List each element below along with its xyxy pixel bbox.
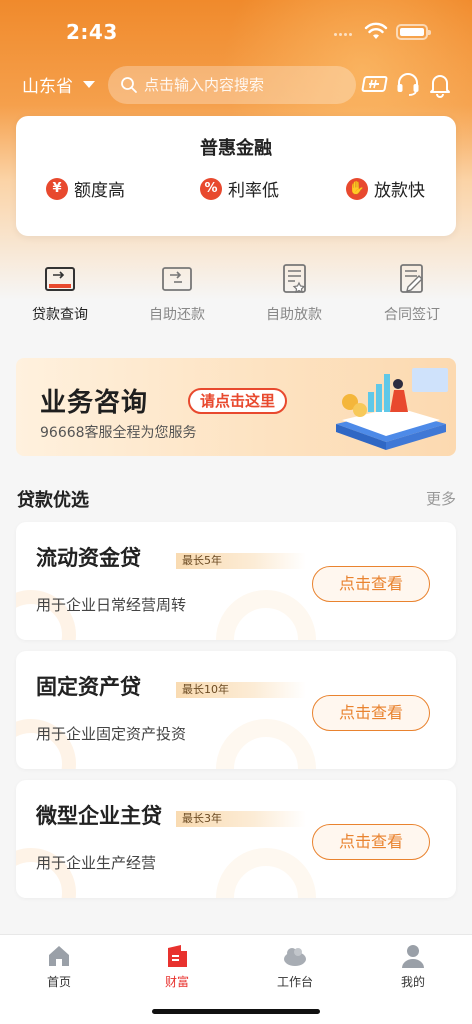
workbench-icon [284,948,306,966]
banner-illustration [336,368,448,450]
headset-icon[interactable] [394,70,422,98]
search-bar[interactable] [108,66,356,104]
quick-menu: 贷款查询 自助还款 自助放款 合同签订 [0,262,472,332]
wifi-icon [364,22,388,39]
banner-title: 业务咨询 [40,388,149,418]
banner-subtitle: 96668客服全程为您服务 [40,425,197,441]
disburse-icon [283,264,306,294]
loan-term-tag: 最长3年 [176,811,306,827]
quick-label: 贷款查询 [32,307,88,323]
quick-loan-query[interactable]: 贷款查询 [10,262,110,324]
repay-icon [162,267,192,291]
bell-icon[interactable] [426,70,454,98]
loan-card[interactable]: 固定资产贷 最长10年 用于企业固定资产投资 点击查看 [16,651,456,769]
battery-icon [396,24,431,40]
quick-self-disburse[interactable]: 自助放款 [244,262,344,324]
benefit-low-rate: % 利率低 [200,176,279,201]
view-loan-button[interactable]: 点击查看 [312,566,430,602]
loan-name: 流动资金贷 [36,546,141,570]
card-decoration [216,719,316,769]
quick-contract-sign[interactable]: 合同签订 [362,262,462,324]
profile-icon [402,945,424,968]
quick-self-repay[interactable]: 自助还款 [127,262,227,324]
province-label: 山东省 [22,77,73,97]
tab-wealth[interactable]: 财富 [118,943,236,990]
percent-icon: % [200,177,222,200]
tab-workbench[interactable]: 工作台 [236,943,354,990]
signal-icon [334,33,356,37]
view-loan-button[interactable]: 点击查看 [312,695,430,731]
tab-profile[interactable]: 我的 [354,943,472,990]
wealth-icon [168,945,187,967]
view-loan-button[interactable]: 点击查看 [312,824,430,860]
quick-label: 自助放款 [266,307,322,323]
contract-icon [400,264,423,293]
benefits-title: 普惠金融 [200,138,272,159]
benefits-card: 普惠金融 ¥ 额度高 % 利率低 ✋ 放款快 [16,116,456,236]
home-indicator [152,1009,320,1014]
card-decoration [216,590,316,640]
scan-icon[interactable] [360,70,388,98]
tab-label: 财富 [164,975,189,989]
banner-cta[interactable]: 请点击这里 [188,388,288,414]
loan-description: 用于企业固定资产投资 [36,725,187,743]
loan-description: 用于企业日常经营周转 [36,596,187,614]
loan-name: 微型企业主贷 [36,804,162,828]
home-icon [49,946,69,966]
benefit-fast-loan: ✋ 放款快 [346,176,425,201]
benefit-label: 额度高 [74,181,125,201]
hand-coin-icon: ✋ [346,177,368,200]
tab-home[interactable]: 首页 [0,943,118,990]
quick-label: 合同签订 [384,307,440,323]
consult-banner[interactable]: 业务咨询 请点击这里 96668客服全程为您服务 [16,358,456,456]
tab-label: 我的 [400,975,425,989]
loan-card[interactable]: 微型企业主贷 最长3年 用于企业生产经营 点击查看 [16,780,456,898]
status-time: 2:43 [66,20,118,44]
section-title: 贷款优选 [17,490,89,511]
loan-name: 固定资产贷 [36,675,141,699]
search-input[interactable] [144,76,344,94]
status-bar: 2:43 [0,0,472,60]
tab-label: 首页 [46,975,71,989]
tab-label: 工作台 [276,975,313,989]
caret-down-icon [83,81,95,88]
search-icon [121,77,137,93]
benefit-high-limit: ¥ 额度高 [46,176,125,201]
loan-term-tag: 最长10年 [176,682,306,698]
benefit-label: 放款快 [374,181,425,201]
benefit-label: 利率低 [228,181,279,201]
top-header: 山东省 [0,62,472,106]
quick-label: 自助还款 [149,307,205,323]
yen-bag-icon: ¥ [46,177,68,200]
card-decoration [216,848,316,898]
province-selector[interactable]: 山东省 [22,72,95,97]
more-link[interactable]: 更多 [426,488,456,509]
loan-card[interactable]: 流动资金贷 最长5年 用于企业日常经营周转 点击查看 [16,522,456,640]
loan-term-tag: 最长5年 [176,553,306,569]
loan-query-icon [45,267,75,291]
loan-description: 用于企业生产经营 [36,854,157,872]
